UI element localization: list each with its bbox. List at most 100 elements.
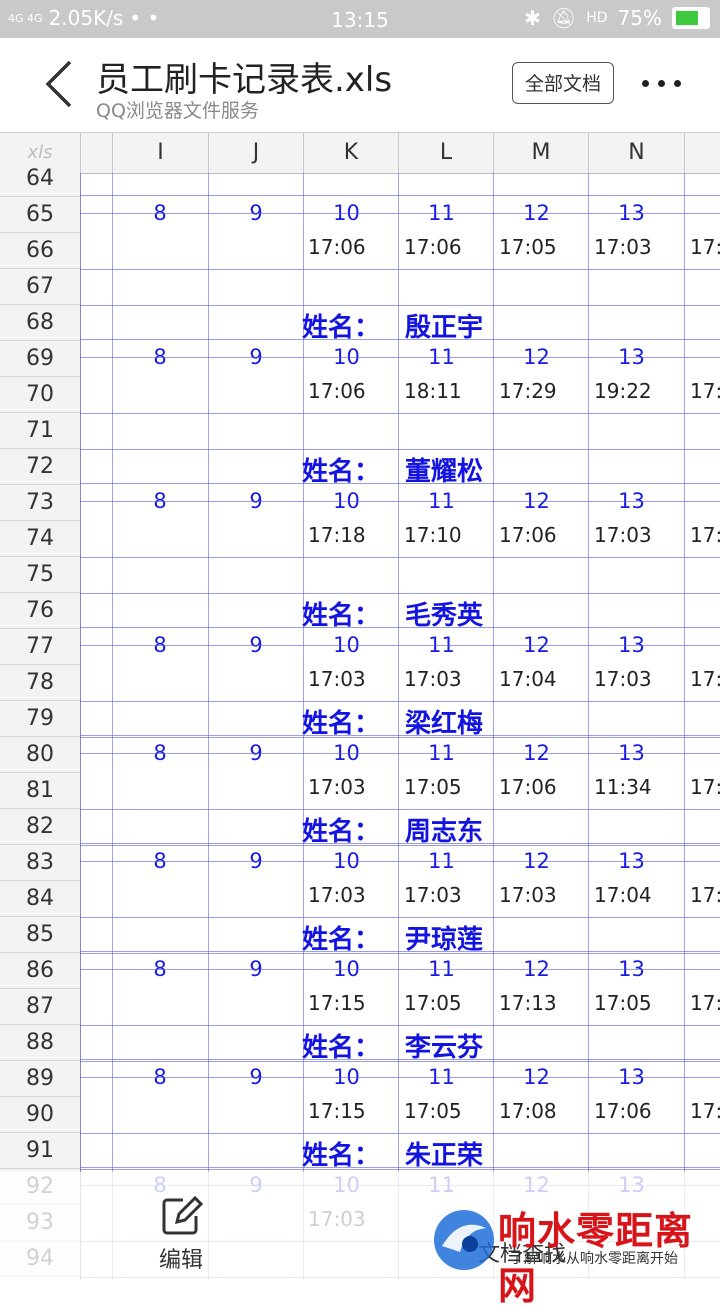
column-header[interactable]: J bbox=[208, 133, 303, 173]
row-number[interactable]: 81 bbox=[0, 773, 80, 809]
clock-out-time[interactable]: 17:06 bbox=[308, 379, 398, 403]
grid-line bbox=[80, 1025, 720, 1026]
row-number[interactable]: 71 bbox=[0, 413, 80, 449]
grid-line bbox=[80, 593, 720, 594]
clock-out-time[interactable]: 17:03 bbox=[308, 775, 398, 799]
clock-out-time[interactable]: 17:10 bbox=[404, 523, 494, 547]
grid-line bbox=[80, 501, 720, 502]
status-bar: 4G 4G 2.05K/s • • 13:15 ✱ 🔕︎ HD 75% bbox=[0, 0, 720, 38]
sheet-body[interactable]: 64 65 66 67 68 69 70 71 72 73 74 75 76 77 78 79 80 81 82 83… bbox=[0, 166, 720, 1280]
clock-out-time[interactable]: 17:03 bbox=[594, 235, 684, 259]
clock-out-time[interactable]: 17: bbox=[690, 991, 720, 1015]
row-number[interactable]: 70 bbox=[0, 377, 80, 413]
clock-out-time[interactable]: 17:29 bbox=[499, 379, 589, 403]
all-documents-button[interactable]: 全部文档 bbox=[512, 62, 614, 104]
column-header-h[interactable] bbox=[80, 133, 112, 173]
clock-out-time[interactable]: 17:06 bbox=[308, 235, 398, 259]
clock-out-time[interactable]: 17:03 bbox=[594, 523, 684, 547]
row-number[interactable]: 76 bbox=[0, 593, 80, 629]
clock-out-time[interactable]: 17:05 bbox=[404, 991, 494, 1015]
clock-out-time[interactable]: 17:06 bbox=[404, 235, 494, 259]
row-number[interactable]: 73 bbox=[0, 485, 80, 521]
clock-out-time[interactable]: 17: bbox=[690, 883, 720, 907]
grid-line bbox=[80, 195, 720, 196]
clock-out-time[interactable]: 11:34 bbox=[594, 775, 684, 799]
row-number[interactable]: 77 bbox=[0, 629, 80, 665]
clock-out-time[interactable]: 17:06 bbox=[499, 523, 589, 547]
row-number[interactable]: 84 bbox=[0, 881, 80, 917]
column-header[interactable]: M bbox=[493, 133, 588, 173]
file-source: QQ浏览器文件服务 bbox=[96, 100, 259, 122]
clock-out-time[interactable]: 17: bbox=[690, 523, 720, 547]
row-number[interactable]: 67 bbox=[0, 269, 80, 305]
row-number[interactable]: 83 bbox=[0, 845, 80, 881]
clock-out-time[interactable]: 17:13 bbox=[499, 991, 589, 1015]
row-number[interactable]: 88 bbox=[0, 1025, 80, 1061]
edit-button[interactable]: 编辑 bbox=[146, 1190, 216, 1273]
column-header[interactable]: I bbox=[112, 133, 208, 173]
column-header-o[interactable] bbox=[684, 133, 720, 173]
row-number[interactable]: 82 bbox=[0, 809, 80, 845]
grid-line bbox=[80, 449, 720, 450]
clock-out-time[interactable]: 17: bbox=[690, 1099, 720, 1123]
clock-out-time[interactable]: 17:05 bbox=[499, 235, 589, 259]
clock-out-time[interactable]: 17:03 bbox=[404, 883, 494, 907]
clock-out-time[interactable]: 17: bbox=[690, 775, 720, 799]
clock-out-time[interactable]: 17:05 bbox=[404, 1099, 494, 1123]
battery-icon bbox=[672, 7, 710, 29]
row-number[interactable]: 68 bbox=[0, 305, 80, 341]
row-number[interactable]: 86 bbox=[0, 953, 80, 989]
row-number[interactable]: 87 bbox=[0, 989, 80, 1025]
grid-line bbox=[80, 969, 720, 970]
clock-out-time[interactable]: 17:05 bbox=[404, 775, 494, 799]
spreadsheet[interactable]: xls I J K L M N 64 65 66 67 68 69 70 71 72 73 74 75… bbox=[0, 132, 720, 1280]
clock-out-time[interactable]: 17:06 bbox=[499, 775, 589, 799]
row-number[interactable]: 90 bbox=[0, 1097, 80, 1133]
grid-line bbox=[80, 701, 720, 702]
title-bar: 员工刷卡记录表.xls QQ浏览器文件服务 全部文档 bbox=[0, 38, 720, 132]
row-number-column: 64 65 66 67 68 69 70 71 72 73 74 75 76 77 78 79 80 81 82 83… bbox=[0, 166, 81, 1280]
back-button[interactable] bbox=[40, 56, 80, 112]
grid-line bbox=[80, 213, 720, 214]
clock-out-time[interactable]: 17:04 bbox=[499, 667, 589, 691]
row-number[interactable]: 79 bbox=[0, 701, 80, 737]
clock-out-time[interactable]: 17:04 bbox=[594, 883, 684, 907]
row-number[interactable]: 72 bbox=[0, 449, 80, 485]
clock-out-time[interactable]: 17:03 bbox=[404, 667, 494, 691]
grid-line bbox=[80, 1167, 720, 1168]
row-number[interactable]: 85 bbox=[0, 917, 80, 953]
clock-out-time[interactable]: 17:03 bbox=[499, 883, 589, 907]
grid-line bbox=[80, 1133, 720, 1134]
row-number[interactable]: 78 bbox=[0, 665, 80, 701]
clock-out-time[interactable]: 17:08 bbox=[499, 1099, 589, 1123]
row-number[interactable]: 89 bbox=[0, 1061, 80, 1097]
clock-out-time[interactable]: 17:03 bbox=[308, 883, 398, 907]
grid-line bbox=[80, 917, 720, 918]
clock-out-time[interactable]: 17: bbox=[690, 667, 720, 691]
clock-out-time[interactable]: 17:05 bbox=[594, 991, 684, 1015]
clock-out-time[interactable]: 17: bbox=[690, 235, 720, 259]
row-number[interactable]: 80 bbox=[0, 737, 80, 773]
clock-out-time[interactable]: 17: bbox=[690, 379, 720, 403]
column-header[interactable]: K bbox=[303, 133, 398, 173]
clock-out-time[interactable]: 17:03 bbox=[308, 667, 398, 691]
row-number[interactable]: 91 bbox=[0, 1133, 80, 1169]
clock-out-time[interactable]: 17:15 bbox=[308, 991, 398, 1015]
row-number[interactable]: 69 bbox=[0, 341, 80, 377]
more-menu-button[interactable] bbox=[638, 68, 686, 98]
row-number[interactable]: 65 bbox=[0, 197, 80, 233]
clock-out-time[interactable]: 19:22 bbox=[594, 379, 684, 403]
clock-out-time[interactable]: 17:18 bbox=[308, 523, 398, 547]
column-header[interactable]: L bbox=[398, 133, 493, 173]
column-header[interactable]: N bbox=[588, 133, 684, 173]
clock-out-time[interactable]: 17:06 bbox=[594, 1099, 684, 1123]
edit-label: 编辑 bbox=[158, 1248, 203, 1273]
row-number[interactable]: 64 bbox=[0, 161, 80, 197]
row-number[interactable]: 74 bbox=[0, 521, 80, 557]
clock-out-time[interactable]: 18:11 bbox=[404, 379, 494, 403]
clock-out-time[interactable]: 17:03 bbox=[594, 667, 684, 691]
row-number[interactable]: 66 bbox=[0, 233, 80, 269]
clock-out-time[interactable]: 17:15 bbox=[308, 1099, 398, 1123]
grid-line bbox=[80, 953, 720, 954]
row-number[interactable]: 75 bbox=[0, 557, 80, 593]
